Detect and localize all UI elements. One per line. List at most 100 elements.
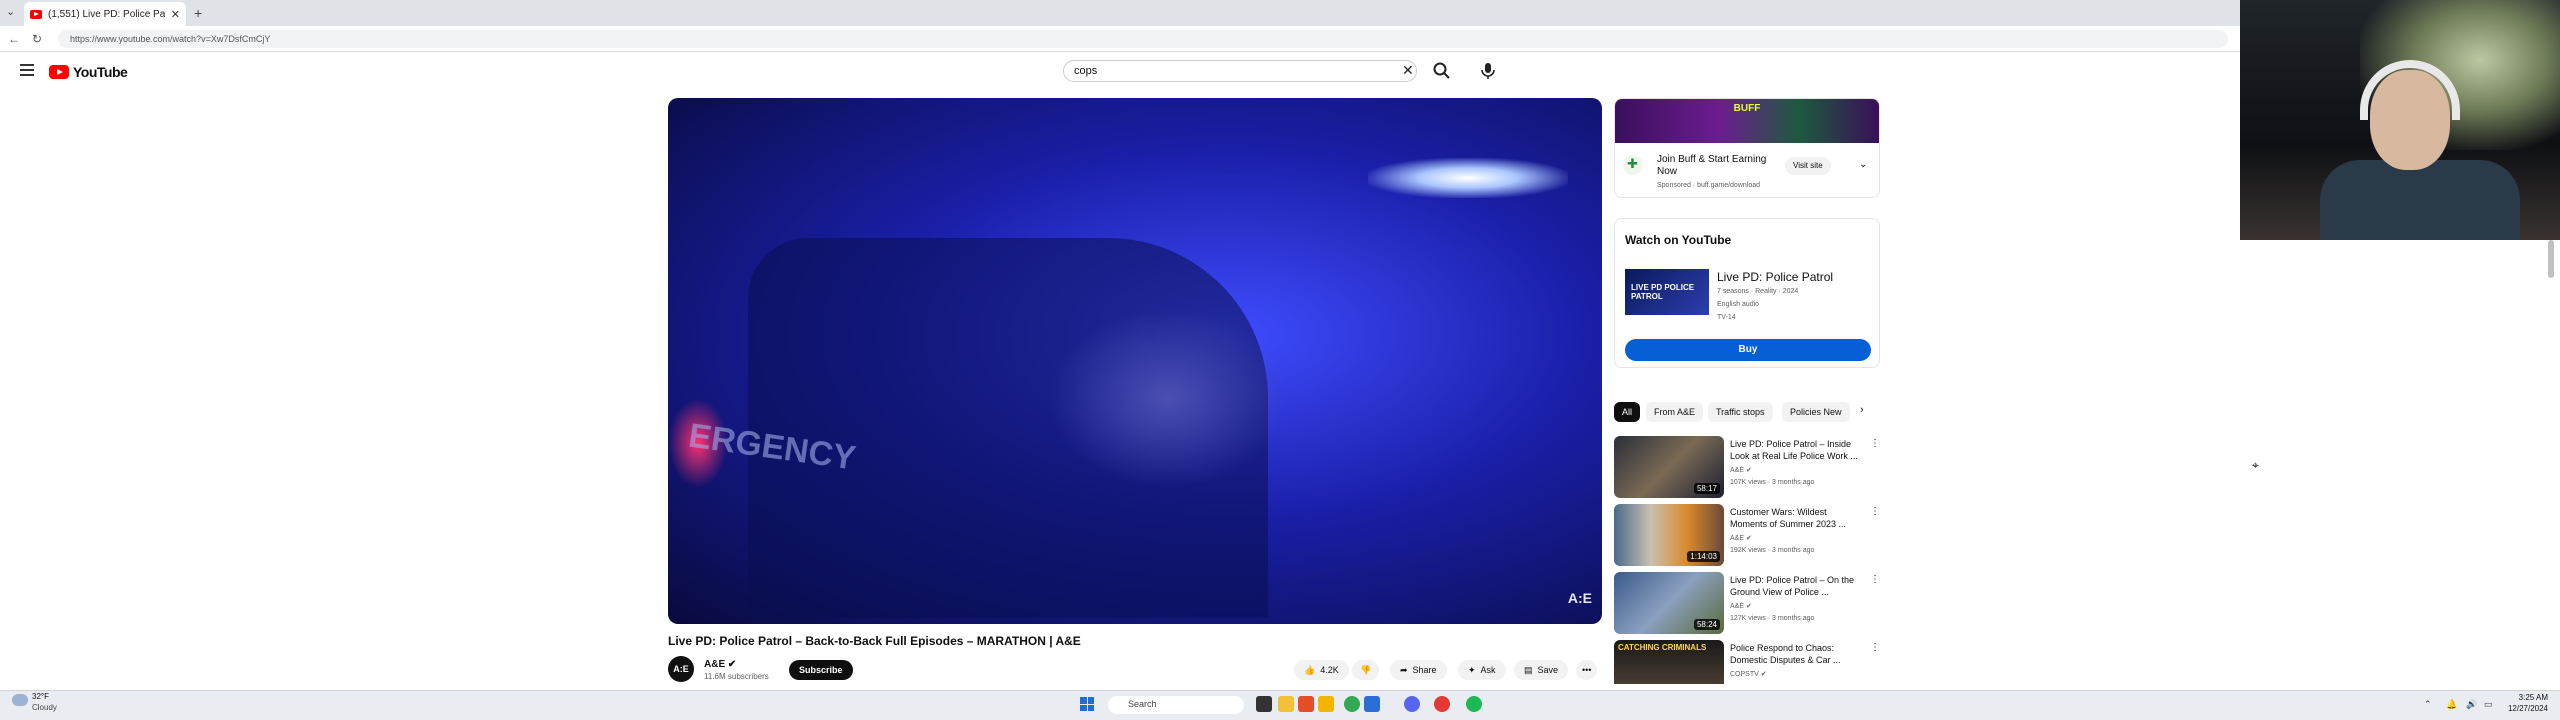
rec-title[interactable]: Police Respond to Chaos: Domestic Disput… (1730, 642, 1862, 666)
tab-menu-chevron-icon[interactable]: ⌄ (6, 5, 15, 18)
folder-icon[interactable] (1318, 696, 1334, 712)
rec-channel[interactable]: A&E ✔ (1730, 602, 1752, 610)
clock-date[interactable]: 12/27/2024 (2498, 704, 2548, 713)
video-thumbnail[interactable]: 1:14:03 (1614, 504, 1724, 566)
windows-start-icon[interactable] (1080, 697, 1094, 711)
video-thumbnail[interactable]: CATCHING CRIMINALS (1614, 640, 1724, 684)
like-button[interactable]: 👍 4.2K (1294, 660, 1349, 680)
watch-on-youtube-card: Watch on YouTube LIVE PD POLICE PATROL L… (1614, 218, 1880, 368)
watch-on-youtube-heading: Watch on YouTube (1625, 233, 1732, 247)
clock-time[interactable]: 3:25 AM (2498, 693, 2548, 702)
cloud-icon[interactable] (12, 694, 28, 706)
video-thumbnail[interactable]: 58:24 (1614, 572, 1724, 634)
ad-banner[interactable]: BUFF (1615, 99, 1879, 143)
rec-channel[interactable]: A&E ✔ (1730, 534, 1752, 542)
chip-policies-new[interactable]: Policies New (1782, 402, 1850, 422)
chrome-icon[interactable] (1344, 696, 1360, 712)
visit-site-button[interactable]: Visit site (1785, 157, 1831, 175)
list-item[interactable]: 1:14:03 Customer Wars: Wildest Moments o… (1614, 504, 1884, 568)
chip-traffic-stops[interactable]: Traffic stops (1708, 402, 1773, 422)
taskbar-search[interactable]: Search (1108, 696, 1244, 714)
thumbs-up-icon: 👍 (1304, 665, 1316, 675)
video-frame-person (1048, 308, 1288, 488)
volume-icon[interactable]: 🔊 (2466, 699, 2477, 710)
rec-meta: 192K views · 3 months ago (1730, 547, 1815, 554)
rec-title[interactable]: Live PD: Police Patrol – Inside Look at … (1730, 438, 1862, 462)
page-scrollbar[interactable] (2548, 240, 2554, 278)
reload-icon[interactable]: ↻ (32, 32, 42, 46)
subscribe-button[interactable]: Subscribe (789, 660, 853, 680)
weather-temperature[interactable]: 32°F (32, 692, 49, 701)
kebab-menu-icon[interactable]: ⋮ (1870, 438, 1880, 449)
save-icon: ▤ (1524, 665, 1533, 675)
save-button[interactable]: ▤ Save (1514, 660, 1569, 680)
channel-name[interactable]: A&E ✔ (704, 659, 736, 670)
rec-title[interactable]: Customer Wars: Wildest Moments of Summer… (1730, 506, 1862, 530)
browser-tab-active[interactable]: (1,551) Live PD: Police Patrol - ✕ (24, 2, 186, 26)
url-field[interactable]: https://www.youtube.com/watch?v=Xw7DsfCm… (58, 30, 2228, 48)
store-icon[interactable] (1364, 696, 1380, 712)
list-item[interactable]: 58:17 Live PD: Police Patrol – Inside Lo… (1614, 436, 1884, 500)
youtube-logo[interactable]: YouTube (49, 64, 128, 80)
close-tab-icon[interactable]: ✕ (171, 8, 180, 21)
clear-search-icon[interactable]: ✕ (1402, 62, 1414, 79)
ask-label: Ask (1480, 665, 1496, 675)
save-label: Save (1537, 665, 1559, 675)
tray-chevron-icon[interactable]: ⌃ (2424, 699, 2432, 710)
taskview-icon[interactable] (1256, 696, 1272, 712)
ad-expand-chevron-icon[interactable]: ⌄ (1859, 159, 1867, 170)
more-actions-button[interactable]: ••• (1576, 660, 1598, 680)
spotify-icon[interactable] (1466, 696, 1482, 712)
ad-card[interactable]: BUFF Join Buff & Start Earning Now Spons… (1614, 98, 1880, 198)
weather-condition[interactable]: Cloudy (32, 703, 57, 712)
search-icon[interactable] (1432, 61, 1452, 81)
browser-tab-strip: ⌄ (1,551) Live PD: Police Patrol - ✕ + (0, 0, 2240, 26)
video-thumbnail[interactable]: 58:17 (1614, 436, 1724, 498)
channel-avatar[interactable]: A:E (668, 656, 694, 682)
search-input[interactable]: cops (1063, 60, 1417, 82)
new-tab-button[interactable]: + (194, 5, 202, 21)
dislike-button[interactable]: 👎 (1352, 660, 1380, 680)
duration-badge: 1:14:03 (1687, 551, 1720, 562)
youtube-play-icon (49, 65, 69, 79)
list-item[interactable]: 58:24 Live PD: Police Patrol – On the Gr… (1614, 572, 1884, 636)
webcam-person-body (2320, 160, 2520, 240)
rec-meta: 127K views · 3 months ago (1730, 615, 1815, 622)
chip-all[interactable]: All (1614, 402, 1641, 422)
list-item[interactable]: CATCHING CRIMINALS Police Respond to Cha… (1614, 640, 1884, 684)
ad-title[interactable]: Join Buff & Start Earning Now (1657, 154, 1787, 178)
youtube-logo-text: YouTube (73, 64, 128, 80)
tab-title: (1,551) Live PD: Police Patrol - (48, 8, 165, 20)
kebab-menu-icon[interactable]: ⋮ (1870, 506, 1880, 517)
video-title: Live PD: Police Patrol – Back-to-Back Fu… (668, 634, 1081, 648)
kebab-menu-icon[interactable]: ⋮ (1870, 642, 1880, 653)
youtube-favicon-icon (30, 9, 42, 19)
ad-sponsor: Sponsored · buff.game/download (1657, 182, 1760, 189)
buy-button[interactable]: Buy (1625, 339, 1871, 361)
office-icon[interactable] (1298, 696, 1314, 712)
share-button[interactable]: ➦ Share (1390, 660, 1447, 680)
file-explorer-icon[interactable] (1278, 696, 1294, 712)
rec-channel[interactable]: COPSTV ✔ (1730, 670, 1767, 678)
network-icon[interactable]: ▭ (2484, 699, 2493, 710)
video-player[interactable]: ERGENCY A:E (668, 98, 1602, 624)
ad-logo-icon (1623, 155, 1643, 175)
share-icon: ➦ (1400, 665, 1408, 675)
app-icon[interactable] (1434, 696, 1450, 712)
chips-next-arrow-icon[interactable]: › (1860, 404, 1864, 416)
video-frame-lightbar (1368, 158, 1568, 198)
ask-button[interactable]: ✦ Ask (1458, 660, 1506, 680)
show-title[interactable]: Live PD: Police Patrol (1717, 270, 1833, 284)
thumbs-down-icon: 👎 (1360, 665, 1372, 675)
discord-icon[interactable] (1404, 696, 1420, 712)
chip-from-ae[interactable]: From A&E (1646, 402, 1704, 422)
rec-channel[interactable]: A&E ✔ (1730, 466, 1752, 474)
microphone-icon[interactable] (1478, 61, 1498, 81)
kebab-menu-icon[interactable]: ⋮ (1870, 574, 1880, 585)
show-thumbnail[interactable]: LIVE PD POLICE PATROL (1625, 269, 1709, 315)
back-icon[interactable]: ← (8, 32, 20, 46)
rec-meta: 107K views · 3 months ago (1730, 479, 1815, 486)
notification-icon[interactable]: 🔔 (2446, 699, 2457, 710)
menu-hamburger-icon[interactable] (20, 64, 34, 76)
rec-title[interactable]: Live PD: Police Patrol – On the Ground V… (1730, 574, 1862, 598)
